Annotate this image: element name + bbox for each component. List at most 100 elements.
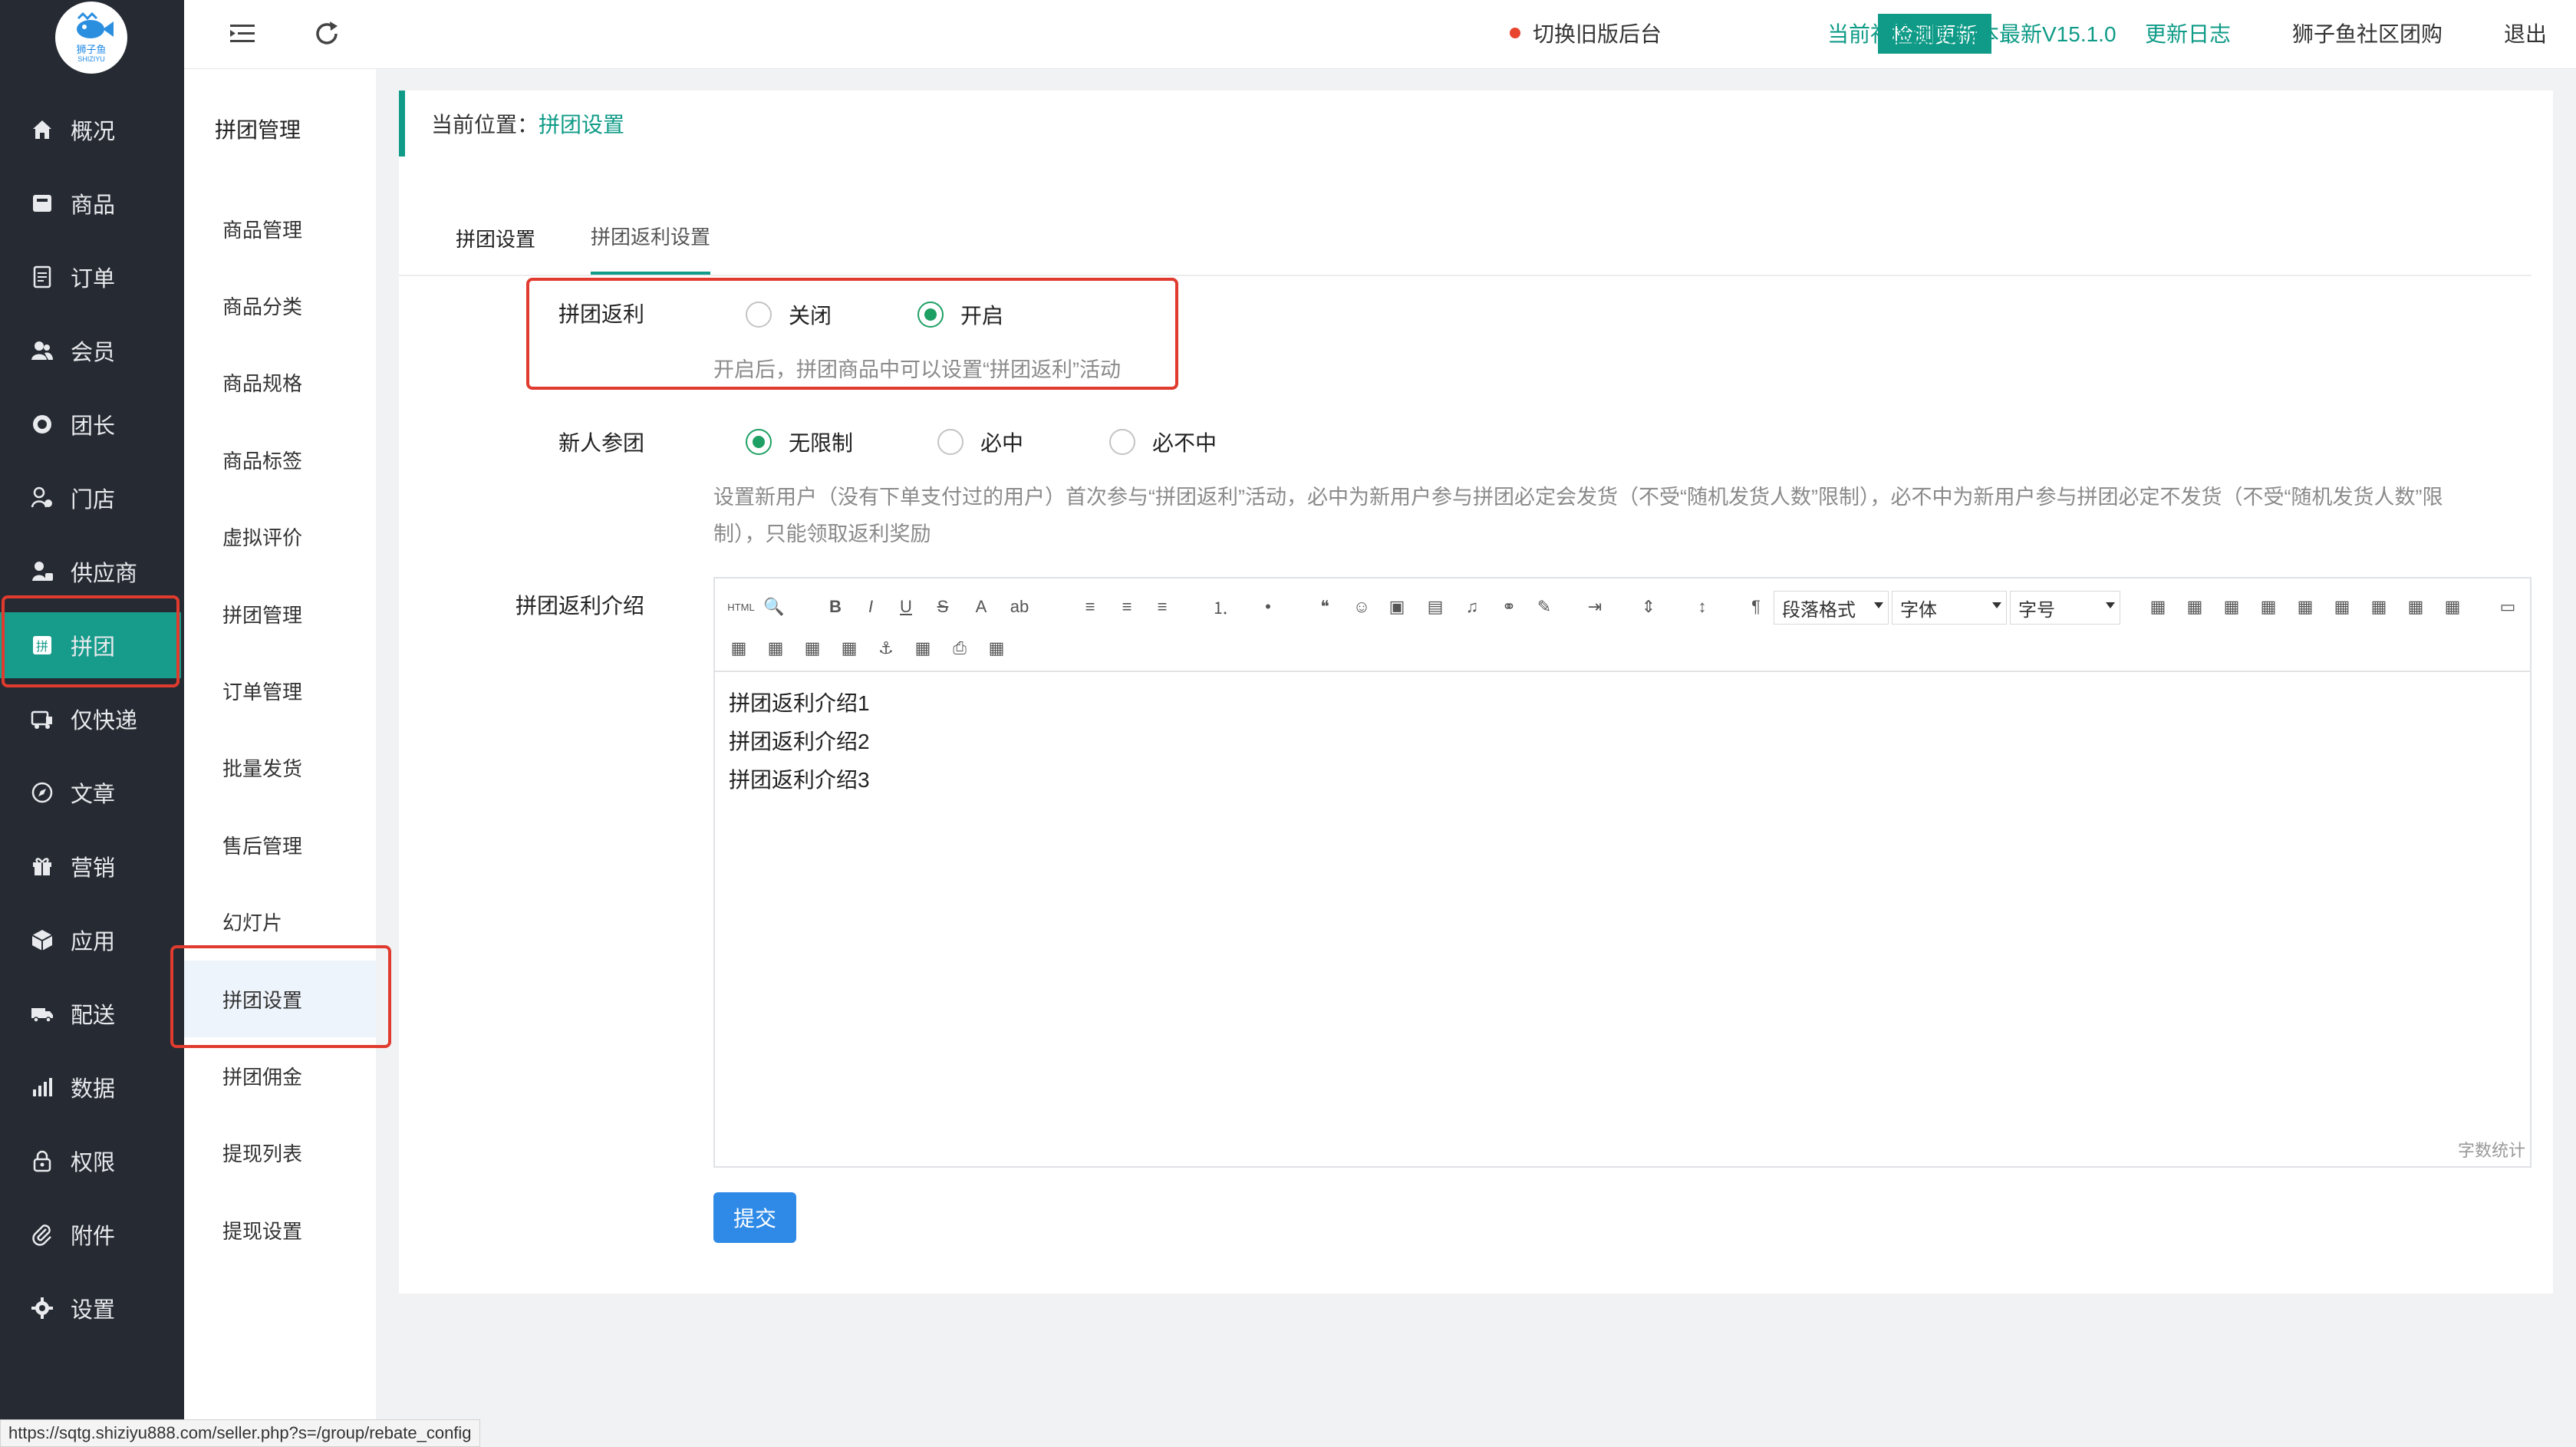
- image-icon[interactable]: ▣: [1384, 594, 1410, 620]
- table-title-icon[interactable]: ▦: [2219, 594, 2245, 620]
- video-icon[interactable]: ▤: [1422, 594, 1448, 620]
- sidebar-item-express[interactable]: 仅快递: [0, 686, 181, 752]
- line-height-icon[interactable]: ↕: [1689, 594, 1715, 620]
- sidebar-item-compass[interactable]: 文章: [0, 760, 181, 826]
- table-icon[interactable]: ▦: [2145, 594, 2171, 620]
- link-icon[interactable]: ⚭: [1496, 594, 1522, 620]
- submenu-item[interactable]: 提现设置: [184, 1192, 376, 1268]
- font-select[interactable]: 字体: [1892, 591, 2007, 625]
- rich-text-editor[interactable]: HTML 🔍 B I U S Aab ≡ ≡ ≡ ⒈ • ❝ ☺ ▣ ▤ ♫ ⚭ ✎ ⇥ ⇕ ↕ ¶ 段落格式 字体 字号 ▦ ▦ ▦ ▦…: [713, 577, 2532, 1168]
- submenu-item[interactable]: 拼团佣金: [184, 1037, 376, 1114]
- brand-logo[interactable]: 狮子鱼 SHIZIYU: [55, 2, 127, 74]
- submenu-item[interactable]: 提现列表: [184, 1115, 376, 1192]
- emoji-icon[interactable]: ☺: [1349, 594, 1375, 620]
- music-icon[interactable]: ♫: [1459, 594, 1485, 620]
- font-color-icon[interactable]: A: [968, 594, 994, 620]
- changelog-link[interactable]: 更新日志: [2145, 18, 2231, 48]
- sidebar-item-gear[interactable]: 设置: [0, 1275, 181, 1341]
- indent-icon[interactable]: ⇥: [1582, 594, 1608, 620]
- sidebar-item-lock[interactable]: 权限: [0, 1128, 181, 1194]
- newbie-must-win-radio[interactable]: 必中: [937, 427, 1023, 457]
- preview-icon[interactable]: ▭: [2495, 594, 2521, 620]
- refresh-icon[interactable]: [311, 18, 342, 49]
- sidebar-item-gift[interactable]: 营销: [0, 833, 181, 899]
- submenu-title: 拼团管理: [215, 118, 301, 142]
- submenu-item[interactable]: 商品标签: [184, 421, 376, 498]
- submenu-item[interactable]: 批量发货: [184, 730, 376, 806]
- ordered-list-icon[interactable]: ⒈: [1207, 594, 1234, 620]
- editor-line: 拼团返利介绍3: [729, 768, 870, 792]
- status-dot-icon: [1510, 28, 1520, 38]
- delete-row-icon[interactable]: ▦: [2403, 594, 2429, 620]
- align-center-icon[interactable]: ≡: [1114, 594, 1140, 620]
- merge-cells-icon[interactable]: ▦: [2329, 594, 2355, 620]
- paragraph-icon[interactable]: ¶: [1743, 594, 1769, 620]
- submenu-item[interactable]: 商品分类: [184, 267, 376, 344]
- eraser-icon[interactable]: ✎: [1531, 594, 1557, 620]
- breadcrumb-prefix: 当前位置：: [431, 113, 539, 137]
- split-rows-icon[interactable]: ▦: [799, 635, 825, 661]
- row-spacing-icon[interactable]: ⇕: [1636, 594, 1662, 620]
- sidebar-item-leader[interactable]: 团长: [0, 391, 181, 457]
- split-cells-icon[interactable]: ▦: [2366, 594, 2392, 620]
- table-insert-icon[interactable]: ▦: [2182, 594, 2208, 620]
- sidebar-item-cube[interactable]: 应用: [0, 907, 181, 973]
- sidebar-item-label: 会员: [71, 341, 116, 365]
- paperclip-icon: [29, 1221, 55, 1248]
- html-icon[interactable]: HTML: [724, 594, 758, 620]
- find-replace-icon[interactable]: 🔍: [761, 594, 787, 620]
- submenu-item[interactable]: 商品规格: [184, 344, 376, 421]
- italic-icon[interactable]: I: [858, 594, 884, 620]
- insert-row-icon[interactable]: ▦: [2255, 594, 2281, 620]
- newbie-never-win-radio[interactable]: 必不中: [1109, 427, 1217, 457]
- blockquote-icon[interactable]: ❝: [1312, 594, 1338, 620]
- newbie-unlimited-radio[interactable]: 无限制: [746, 427, 853, 457]
- switch-old-backend-link[interactable]: 切换旧版后台: [1533, 18, 1662, 48]
- submenu-item[interactable]: 拼团管理: [184, 575, 376, 652]
- table-props-icon[interactable]: ▦: [726, 635, 752, 661]
- menu-collapse-icon[interactable]: [227, 18, 258, 49]
- sidebar-item-home[interactable]: 概况: [0, 97, 181, 163]
- align-right-icon[interactable]: ≡: [1149, 594, 1175, 620]
- insert-col-icon[interactable]: ▦: [2292, 594, 2318, 620]
- sidebar-item-document[interactable]: 订单: [0, 244, 181, 310]
- split-cols-icon[interactable]: ▦: [836, 635, 862, 661]
- submit-button[interactable]: 提交: [713, 1192, 796, 1243]
- align-left-icon[interactable]: ≡: [1077, 594, 1103, 620]
- editor-line: 拼团返利介绍2: [729, 730, 870, 753]
- content-panel: 当前位置： 拼团设置 拼团设置 拼团返利设置 拼团返利 关闭 开启 开启后，拼团…: [399, 91, 2553, 1294]
- cell-props-icon[interactable]: ▦: [763, 635, 789, 661]
- print-icon[interactable]: ⎙: [947, 635, 973, 661]
- submenu-item[interactable]: 售后管理: [184, 806, 376, 883]
- sidebar-item-chart[interactable]: 数据: [0, 1054, 181, 1120]
- strikethrough-icon[interactable]: S: [930, 594, 956, 620]
- breadcrumb-current[interactable]: 拼团设置: [539, 108, 624, 139]
- underline-icon[interactable]: U: [893, 594, 919, 620]
- tab-rebate-settings[interactable]: 拼团返利设置: [591, 199, 711, 275]
- insert-frame-icon[interactable]: ▦: [910, 635, 936, 661]
- sidebar-item-store-person[interactable]: 门店: [0, 465, 181, 531]
- submenu-item[interactable]: 虚拟评价: [184, 499, 376, 575]
- size-select[interactable]: 字号: [2010, 591, 2120, 625]
- submenu-item[interactable]: 订单管理: [184, 652, 376, 729]
- sidebar-item-truck[interactable]: 配送: [0, 981, 181, 1047]
- sidebar-item-box[interactable]: 商品: [0, 170, 181, 236]
- editor-content[interactable]: 拼团返利介绍1 拼团返利介绍2 拼团返利介绍3: [729, 684, 870, 799]
- bold-icon[interactable]: B: [822, 594, 848, 620]
- document-icon: [29, 264, 55, 290]
- delete-table-icon[interactable]: ▦: [2439, 594, 2466, 620]
- paragraph-select[interactable]: 段落格式: [1774, 591, 1889, 625]
- intro-label: 拼团返利介绍: [516, 594, 645, 618]
- sidebar-item-users[interactable]: 会员: [0, 318, 181, 384]
- submenu-item[interactable]: 商品管理: [184, 190, 376, 267]
- tab-group-settings[interactable]: 拼团设置: [456, 199, 535, 276]
- sidebar-item-paperclip[interactable]: 附件: [0, 1201, 181, 1267]
- unordered-list-icon[interactable]: •: [1255, 594, 1281, 620]
- highlight-box-nav-group: [2, 595, 180, 687]
- highlight-icon[interactable]: ab: [1006, 594, 1033, 620]
- shop-name[interactable]: 狮子鱼社区团购: [2292, 18, 2443, 48]
- template-icon[interactable]: ▦: [983, 635, 1010, 661]
- anchor-icon[interactable]: ⚓: [873, 635, 899, 661]
- radio-circle: [1109, 429, 1135, 455]
- logout-link[interactable]: 退出: [2504, 18, 2547, 48]
